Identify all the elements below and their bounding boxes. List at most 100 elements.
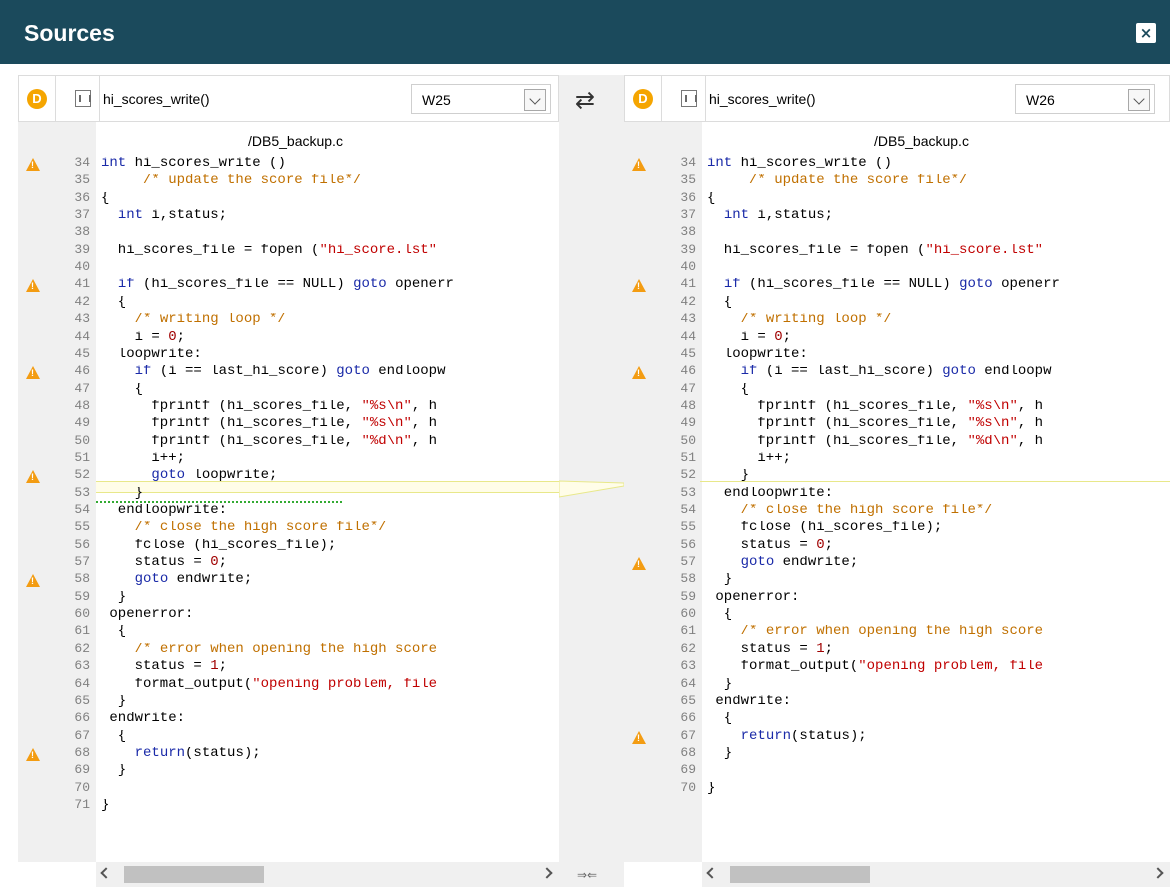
line-number: 34	[74, 155, 90, 170]
function-name: hi_scores_write()	[709, 91, 816, 107]
code-line: {	[101, 382, 144, 395]
code-line: int i,status;	[117, 209, 228, 222]
code-line: format_output("opening problem, file	[707, 660, 1044, 673]
warning-icon[interactable]: !	[632, 557, 646, 571]
code-line: hi_scores_file = fopen ("hi_score.lst"	[707, 243, 1044, 256]
line-number: 63	[74, 658, 90, 674]
version-select-value: W26	[1026, 92, 1055, 108]
line-number: 52	[680, 467, 696, 483]
swap-sides-icon[interactable]: ⇄	[575, 86, 595, 114]
scroll-right-icon[interactable]	[541, 867, 553, 879]
version-select[interactable]: W25	[411, 84, 551, 114]
code-line: {	[101, 625, 127, 638]
code-line: status = 1;	[707, 642, 834, 655]
defect-badge-icon[interactable]: D	[27, 89, 47, 109]
line-number: 45	[74, 345, 90, 361]
line-number: 65	[74, 692, 90, 708]
code-line: }	[101, 590, 127, 603]
code-line: }	[707, 469, 750, 482]
line-number: 58	[74, 571, 90, 587]
code-line: /* update the score file*/	[707, 174, 968, 187]
code-line: status = 0;	[707, 538, 834, 551]
scrollbar-thumb[interactable]	[730, 866, 870, 883]
changed-line-highlight	[96, 481, 559, 493]
line-number: 71	[74, 796, 90, 812]
diff-connector	[559, 480, 624, 498]
line-number: 51	[74, 449, 90, 465]
line-number: 70	[74, 779, 90, 795]
line-number: 50	[680, 432, 696, 448]
warning-icon[interactable]: !	[26, 279, 40, 293]
scroll-left-icon[interactable]	[706, 867, 718, 879]
code-line: {	[101, 729, 127, 742]
chevron-down-icon[interactable]	[1128, 89, 1150, 111]
close-icon[interactable]: ×	[1136, 23, 1156, 43]
line-number: 58	[680, 571, 696, 587]
line-number: 65	[680, 692, 696, 708]
code-line: i++;	[707, 451, 792, 464]
code-line: {	[707, 295, 733, 308]
code-line: int hi_scores_write ()	[707, 157, 892, 169]
line-number: 51	[680, 449, 696, 465]
defect-badge-icon[interactable]: D	[633, 89, 653, 109]
line-number: 66	[680, 710, 696, 726]
line-number: 53	[680, 484, 696, 500]
warning-icon[interactable]: !	[632, 366, 646, 380]
line-number: 64	[680, 675, 696, 691]
code-line: endwrite:	[707, 694, 792, 707]
line-number: 40	[680, 259, 696, 275]
line-number: 60	[680, 606, 696, 622]
version-select[interactable]: W26	[1015, 84, 1155, 114]
version-select-value: W25	[422, 92, 451, 108]
code-line: }	[707, 573, 733, 586]
horizontal-scrollbar[interactable]	[96, 862, 559, 887]
line-number: 69	[680, 762, 696, 778]
line-number: 68	[74, 744, 90, 760]
code-line: /* error when opening the high score	[134, 642, 438, 655]
code-line: loopwrite:	[707, 347, 808, 360]
warning-icon[interactable]: !	[26, 574, 40, 588]
warning-icon[interactable]: !	[26, 470, 40, 484]
scrollbar-thumb[interactable]	[124, 866, 264, 883]
warning-icon[interactable]: !	[26, 158, 40, 171]
line-number: 43	[74, 311, 90, 327]
line-number: 59	[680, 588, 696, 604]
line-number: 63	[680, 658, 696, 674]
line-number: 47	[74, 380, 90, 396]
code-line: status = 1;	[101, 660, 228, 673]
line-number: 49	[680, 415, 696, 431]
code-line: goto loopwrite;	[151, 469, 278, 482]
warning-icon[interactable]: !	[632, 158, 646, 171]
horizontal-scrollbar[interactable]	[702, 862, 1170, 887]
scroll-left-icon[interactable]	[100, 867, 112, 879]
line-number: 47	[680, 380, 696, 396]
code-line: }	[707, 781, 716, 794]
line-number: 46	[74, 363, 90, 379]
line-number: 54	[680, 502, 696, 517]
line-number: 37	[74, 207, 90, 223]
warning-icon[interactable]: !	[26, 366, 40, 380]
source-file-icon[interactable]	[681, 90, 697, 107]
line-number: 66	[74, 710, 90, 726]
line-number: 55	[680, 519, 696, 535]
line-number: 44	[74, 328, 90, 344]
line-number: 41	[74, 276, 90, 292]
line-number: 68	[680, 744, 696, 760]
warning-icon[interactable]: !	[632, 279, 646, 293]
chevron-down-icon[interactable]	[524, 89, 546, 111]
sync-scroll-icon[interactable]: ⇒⇐	[577, 868, 597, 882]
warning-icon[interactable]: !	[632, 730, 646, 744]
code-line: format_output("opening problem, file	[101, 677, 438, 690]
code-line: {	[101, 191, 110, 204]
source-file-icon[interactable]	[75, 90, 91, 107]
line-number: 45	[680, 345, 696, 361]
code-line: {	[707, 191, 716, 204]
line-number: 49	[74, 415, 90, 431]
line-number: 36	[680, 189, 696, 205]
scroll-right-icon[interactable]	[1152, 867, 1164, 879]
line-number: 44	[680, 328, 696, 344]
warning-icon[interactable]: !	[26, 747, 40, 761]
line-number: 60	[74, 606, 90, 622]
file-path: /DB5_backup.c	[874, 133, 969, 149]
line-number: 53	[74, 484, 90, 500]
